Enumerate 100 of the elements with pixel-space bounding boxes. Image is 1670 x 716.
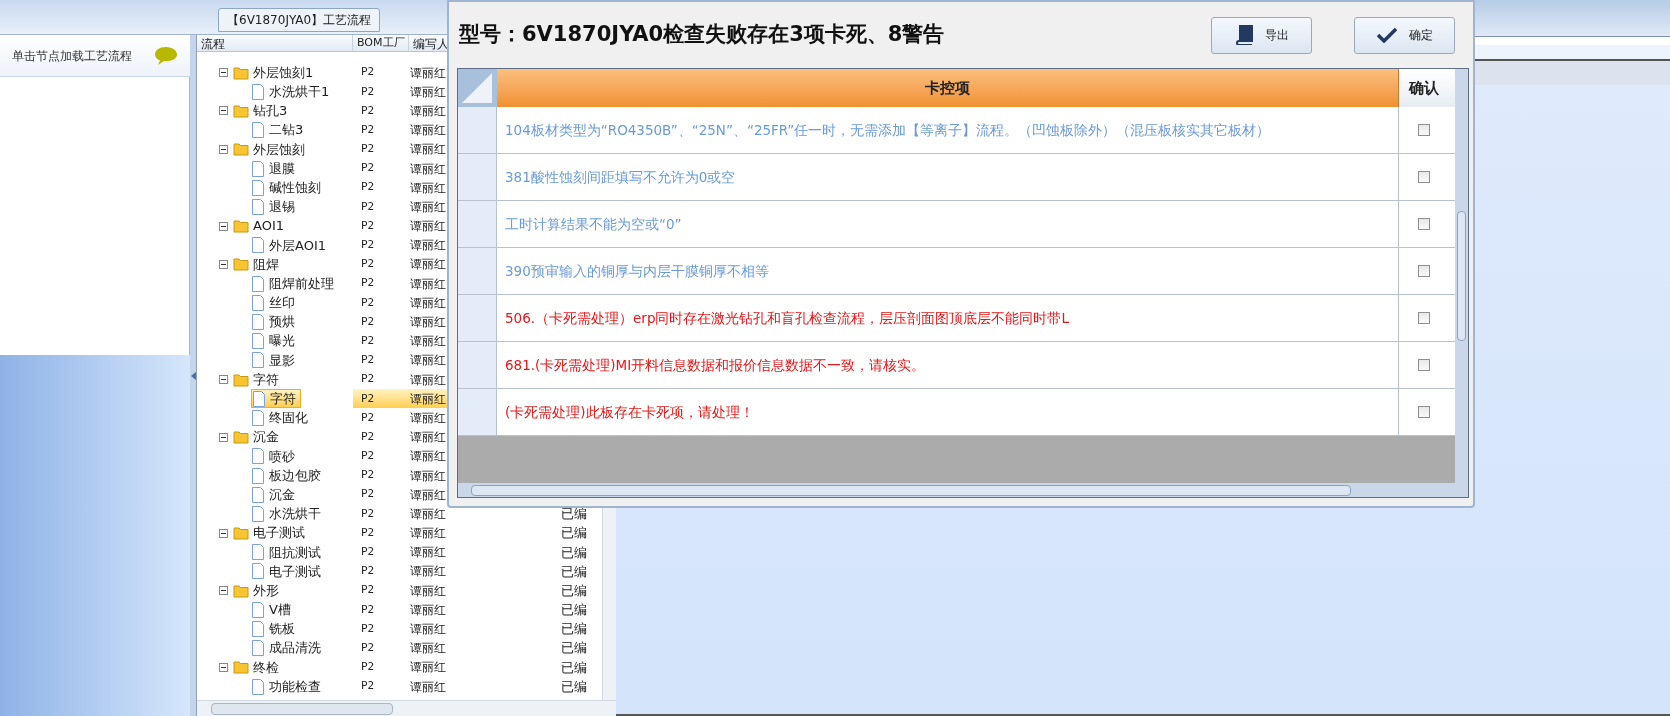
- table-cell-text: 谭丽红: [409, 160, 447, 178]
- tree-row[interactable]: 终固化: [251, 408, 312, 428]
- collapse-icon[interactable]: [219, 432, 228, 442]
- table-cell-text: 谭丽红: [409, 352, 447, 370]
- step-name: 沉金: [269, 485, 295, 504]
- table-cell-text: P2: [360, 371, 376, 388]
- file-icon: [251, 640, 265, 657]
- table-cell-text: 谭丽红: [409, 141, 447, 159]
- tree-row[interactable]: 字符: [233, 370, 283, 390]
- table-cell-text: 谭丽红: [409, 448, 447, 466]
- tree-row[interactable]: AOI1: [233, 216, 288, 236]
- tree-row[interactable]: 水洗烘干1: [251, 82, 334, 102]
- step-name: 成品清洗: [269, 639, 321, 658]
- table-cell-text: P2: [360, 83, 376, 100]
- checkbox[interactable]: [1418, 406, 1430, 418]
- file-icon: [251, 179, 265, 196]
- tree-row[interactable]: 二钻3: [251, 120, 308, 140]
- table-cell-text: P2: [360, 620, 376, 637]
- file-icon: [251, 314, 265, 331]
- tree-row[interactable]: 功能检查: [251, 677, 325, 697]
- confirm-button[interactable]: 确定: [1354, 16, 1455, 54]
- table-cell-text: P2: [360, 582, 376, 599]
- checkbox[interactable]: [1418, 171, 1430, 183]
- tree-row[interactable]: 终检: [233, 657, 283, 677]
- tree-row[interactable]: 外形: [233, 581, 283, 601]
- collapse-icon[interactable]: [219, 144, 228, 154]
- tree-row[interactable]: 电子测试: [251, 561, 325, 582]
- tree-row[interactable]: 字符: [251, 389, 301, 409]
- step-name: 终固化: [269, 409, 308, 428]
- tree-row[interactable]: 电子测试: [233, 523, 309, 543]
- table-cell-text: 谭丽红: [409, 467, 447, 485]
- checkbox[interactable]: [1418, 124, 1430, 136]
- collapse-icon[interactable]: [219, 662, 228, 672]
- step-name: 字符: [253, 370, 279, 389]
- tree-row[interactable]: 曝光: [251, 331, 299, 351]
- tree-row[interactable]: 铣板: [251, 619, 299, 639]
- horizontal-scrollbar[interactable]: [197, 700, 616, 716]
- column-header[interactable]: BOM工厂: [353, 35, 409, 51]
- checkbox[interactable]: [1418, 265, 1430, 277]
- tree-row[interactable]: 沉金: [251, 485, 299, 505]
- step-name: 曝光: [269, 332, 295, 351]
- tree-row[interactable]: 阻焊: [233, 254, 283, 275]
- column-header[interactable]: 确认: [1399, 69, 1455, 107]
- column-header[interactable]: 流程: [197, 35, 353, 51]
- checkbox[interactable]: [1418, 312, 1430, 324]
- checkbox[interactable]: [1418, 218, 1430, 230]
- collapse-icon[interactable]: [219, 586, 228, 596]
- file-icon: [251, 505, 265, 522]
- table-cell-text: P2: [360, 639, 376, 656]
- tree-row[interactable]: 成品清洗: [251, 638, 325, 658]
- collapse-icon[interactable]: [219, 259, 228, 269]
- tree-row[interactable]: 外层AOI1: [251, 235, 330, 255]
- file-icon: [251, 601, 265, 618]
- tree-row[interactable]: 显影: [251, 350, 299, 370]
- tree-row[interactable]: 退锡: [251, 197, 299, 217]
- tree-row[interactable]: 退膜: [251, 158, 299, 179]
- folder-icon: [233, 103, 249, 118]
- tree-row[interactable]: 外层蚀刻1: [233, 63, 318, 83]
- step-name: 丝印: [269, 294, 295, 313]
- collapse-icon[interactable]: [219, 375, 228, 385]
- file-icon: [251, 544, 265, 561]
- folder-icon: [233, 142, 249, 157]
- table-cell-text: 谭丽红: [409, 659, 447, 677]
- tree-row[interactable]: 沉金: [233, 427, 283, 447]
- table-cell-text: 已编: [561, 524, 588, 543]
- vertical-scrollbar[interactable]: [1455, 69, 1468, 483]
- collapse-icon[interactable]: [219, 106, 228, 116]
- horizontal-scrollbar[interactable]: [458, 483, 1468, 497]
- step-name: 电子测试: [253, 524, 305, 543]
- step-name: 阻焊: [253, 255, 279, 274]
- tree-row[interactable]: 水洗烘干: [251, 504, 325, 524]
- table-cell-text: P2: [360, 428, 376, 445]
- collapse-arrow-icon[interactable]: [190, 371, 196, 380]
- collapse-icon[interactable]: [219, 221, 228, 231]
- tree-row[interactable]: 丝印: [251, 293, 299, 313]
- export-button[interactable]: 导出: [1211, 16, 1312, 54]
- table-cell-text: P2: [360, 121, 376, 138]
- tree-row[interactable]: V槽: [251, 600, 295, 620]
- folder-icon: [233, 660, 249, 675]
- checkbox[interactable]: [1418, 359, 1430, 371]
- table-cell-text: 谭丽红: [409, 486, 447, 504]
- table-cell-text: P2: [360, 467, 376, 484]
- select-all-corner-icon[interactable]: [458, 69, 497, 107]
- tree-row[interactable]: 碱性蚀刻: [251, 178, 325, 198]
- tree-row[interactable]: 板边包胶: [251, 465, 325, 486]
- collapse-icon[interactable]: [219, 528, 228, 538]
- dialog-title: 型号：6V1870JYA0检查失败存在3项卡死、8警告: [458, 21, 945, 49]
- tree-row[interactable]: 阻焊前处理: [251, 274, 338, 294]
- file-icon: [251, 333, 265, 350]
- tree-row[interactable]: 钻孔3: [233, 101, 292, 121]
- file-icon: [251, 621, 265, 638]
- tree-row[interactable]: 预烘: [251, 312, 299, 332]
- column-header[interactable]: 卡控项: [497, 69, 1399, 107]
- table-cell-text: P2: [360, 448, 376, 465]
- tree-row[interactable]: 阻抗测试: [251, 542, 325, 562]
- tree-row[interactable]: 喷砂: [251, 446, 299, 466]
- table-cell-text: P2: [360, 217, 376, 234]
- collapse-icon[interactable]: [219, 68, 228, 78]
- tree-row[interactable]: 外层蚀刻: [233, 139, 309, 159]
- table-cell-text: 谭丽红: [409, 429, 447, 447]
